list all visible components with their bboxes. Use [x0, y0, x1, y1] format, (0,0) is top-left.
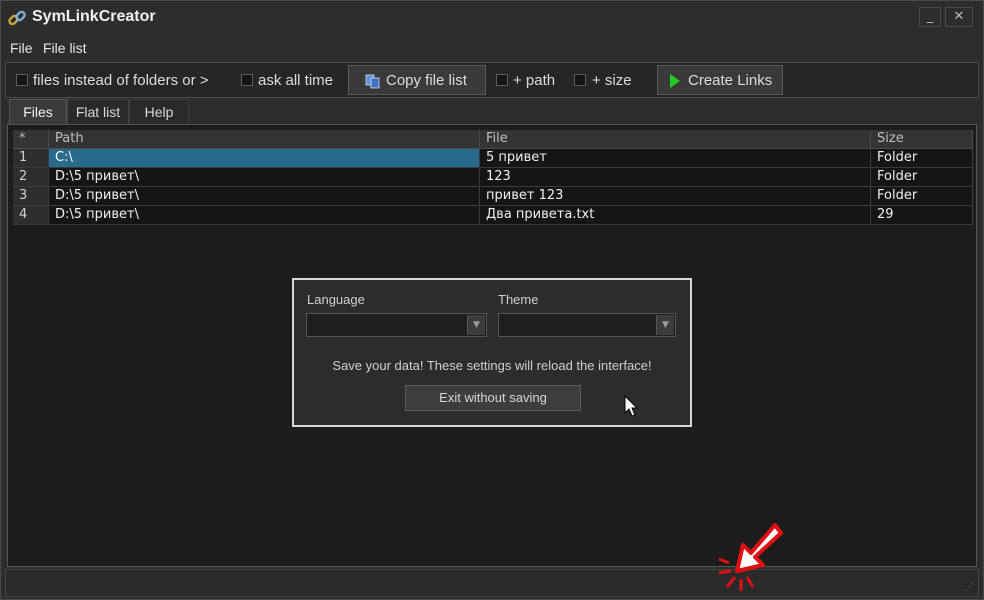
row-index[interactable]: 4 — [13, 206, 49, 225]
app-window: SymLinkCreator _ ✕ File File list files … — [0, 0, 984, 600]
path-cell[interactable]: D:\5 привет\ — [49, 187, 480, 206]
toolbar: files instead of folders or > ask all ti… — [5, 62, 979, 98]
column-header-path[interactable]: Path — [49, 130, 480, 149]
plus-size-label[interactable]: + size — [592, 72, 632, 89]
minimize-button[interactable]: _ — [919, 7, 941, 27]
language-select[interactable]: ▼ — [306, 313, 487, 337]
table-row[interactable]: 1 C:\ 5 привет Folder — [13, 149, 973, 168]
size-cell[interactable]: Folder — [871, 168, 973, 187]
ask-all-time-checkbox[interactable] — [241, 74, 253, 86]
size-cell[interactable]: 29 — [871, 206, 973, 225]
ask-all-time-label[interactable]: ask all time — [258, 72, 333, 89]
mouse-pointer-icon — [624, 395, 639, 417]
language-label: Language — [307, 292, 365, 307]
click-indicator-icon — [718, 523, 783, 591]
size-cell[interactable]: Folder — [871, 187, 973, 206]
path-cell[interactable]: D:\5 привет\ — [49, 168, 480, 187]
table-row[interactable]: 3 D:\5 привет\ привет 123 Folder — [13, 187, 973, 206]
app-title: SymLinkCreator — [32, 8, 156, 25]
grid-header: * Path File Size — [13, 130, 973, 149]
play-arrow-icon — [670, 74, 680, 88]
row-index[interactable]: 2 — [13, 168, 49, 187]
files-instead-label[interactable]: files instead of folders or > — [33, 72, 209, 89]
file-cell[interactable]: Два привета.txt — [480, 206, 871, 225]
close-button[interactable]: ✕ — [945, 7, 973, 27]
row-index[interactable]: 3 — [13, 187, 49, 206]
file-cell[interactable]: 123 — [480, 168, 871, 187]
chain-link-icon — [8, 10, 26, 26]
file-cell[interactable]: привет 123 — [480, 187, 871, 206]
status-bar: ⋰ — [5, 569, 979, 597]
chevron-down-icon[interactable]: ▼ — [656, 315, 674, 335]
column-header-file[interactable]: File — [480, 130, 871, 149]
files-instead-checkbox[interactable] — [16, 74, 28, 86]
copy-file-list-button[interactable]: Copy file list — [348, 65, 486, 95]
exit-without-saving-button[interactable]: Exit without saving — [405, 385, 581, 411]
create-links-button[interactable]: Create Links — [657, 65, 783, 95]
chevron-down-icon[interactable]: ▼ — [467, 315, 485, 335]
tab-help[interactable]: Help — [129, 99, 189, 125]
column-header-index[interactable]: * — [13, 130, 49, 149]
menu-file[interactable]: File — [10, 40, 33, 56]
create-links-label: Create Links — [688, 72, 773, 89]
table-row[interactable]: 2 D:\5 привет\ 123 Folder — [13, 168, 973, 187]
theme-select[interactable]: ▼ — [498, 313, 676, 337]
tab-flat-list[interactable]: Flat list — [67, 99, 129, 125]
file-cell[interactable]: 5 привет — [480, 149, 871, 168]
path-cell[interactable]: D:\5 привет\ — [49, 206, 480, 225]
size-cell[interactable]: Folder — [871, 149, 973, 168]
menu-bar: File File list — [1, 37, 983, 61]
plus-size-checkbox[interactable] — [574, 74, 586, 86]
plus-path-label[interactable]: + path — [513, 72, 555, 89]
file-grid: * Path File Size 1 C:\ 5 привет Folder 2… — [13, 130, 973, 225]
resize-grip-icon[interactable]: ⋰ — [964, 582, 974, 593]
copy-file-list-label: Copy file list — [386, 72, 467, 89]
title-bar: SymLinkCreator _ ✕ — [1, 1, 983, 35]
tab-files[interactable]: Files — [9, 99, 67, 125]
row-index[interactable]: 1 — [13, 149, 49, 168]
plus-path-checkbox[interactable] — [496, 74, 508, 86]
reload-warning: Save your data! These settings will relo… — [332, 358, 652, 373]
copy-files-icon — [365, 74, 380, 89]
menu-file-list[interactable]: File list — [43, 40, 87, 56]
path-cell[interactable]: C:\ — [49, 149, 480, 168]
column-header-size[interactable]: Size — [871, 130, 973, 149]
table-row[interactable]: 4 D:\5 привет\ Два привета.txt 29 — [13, 206, 973, 225]
theme-label: Theme — [498, 292, 539, 307]
